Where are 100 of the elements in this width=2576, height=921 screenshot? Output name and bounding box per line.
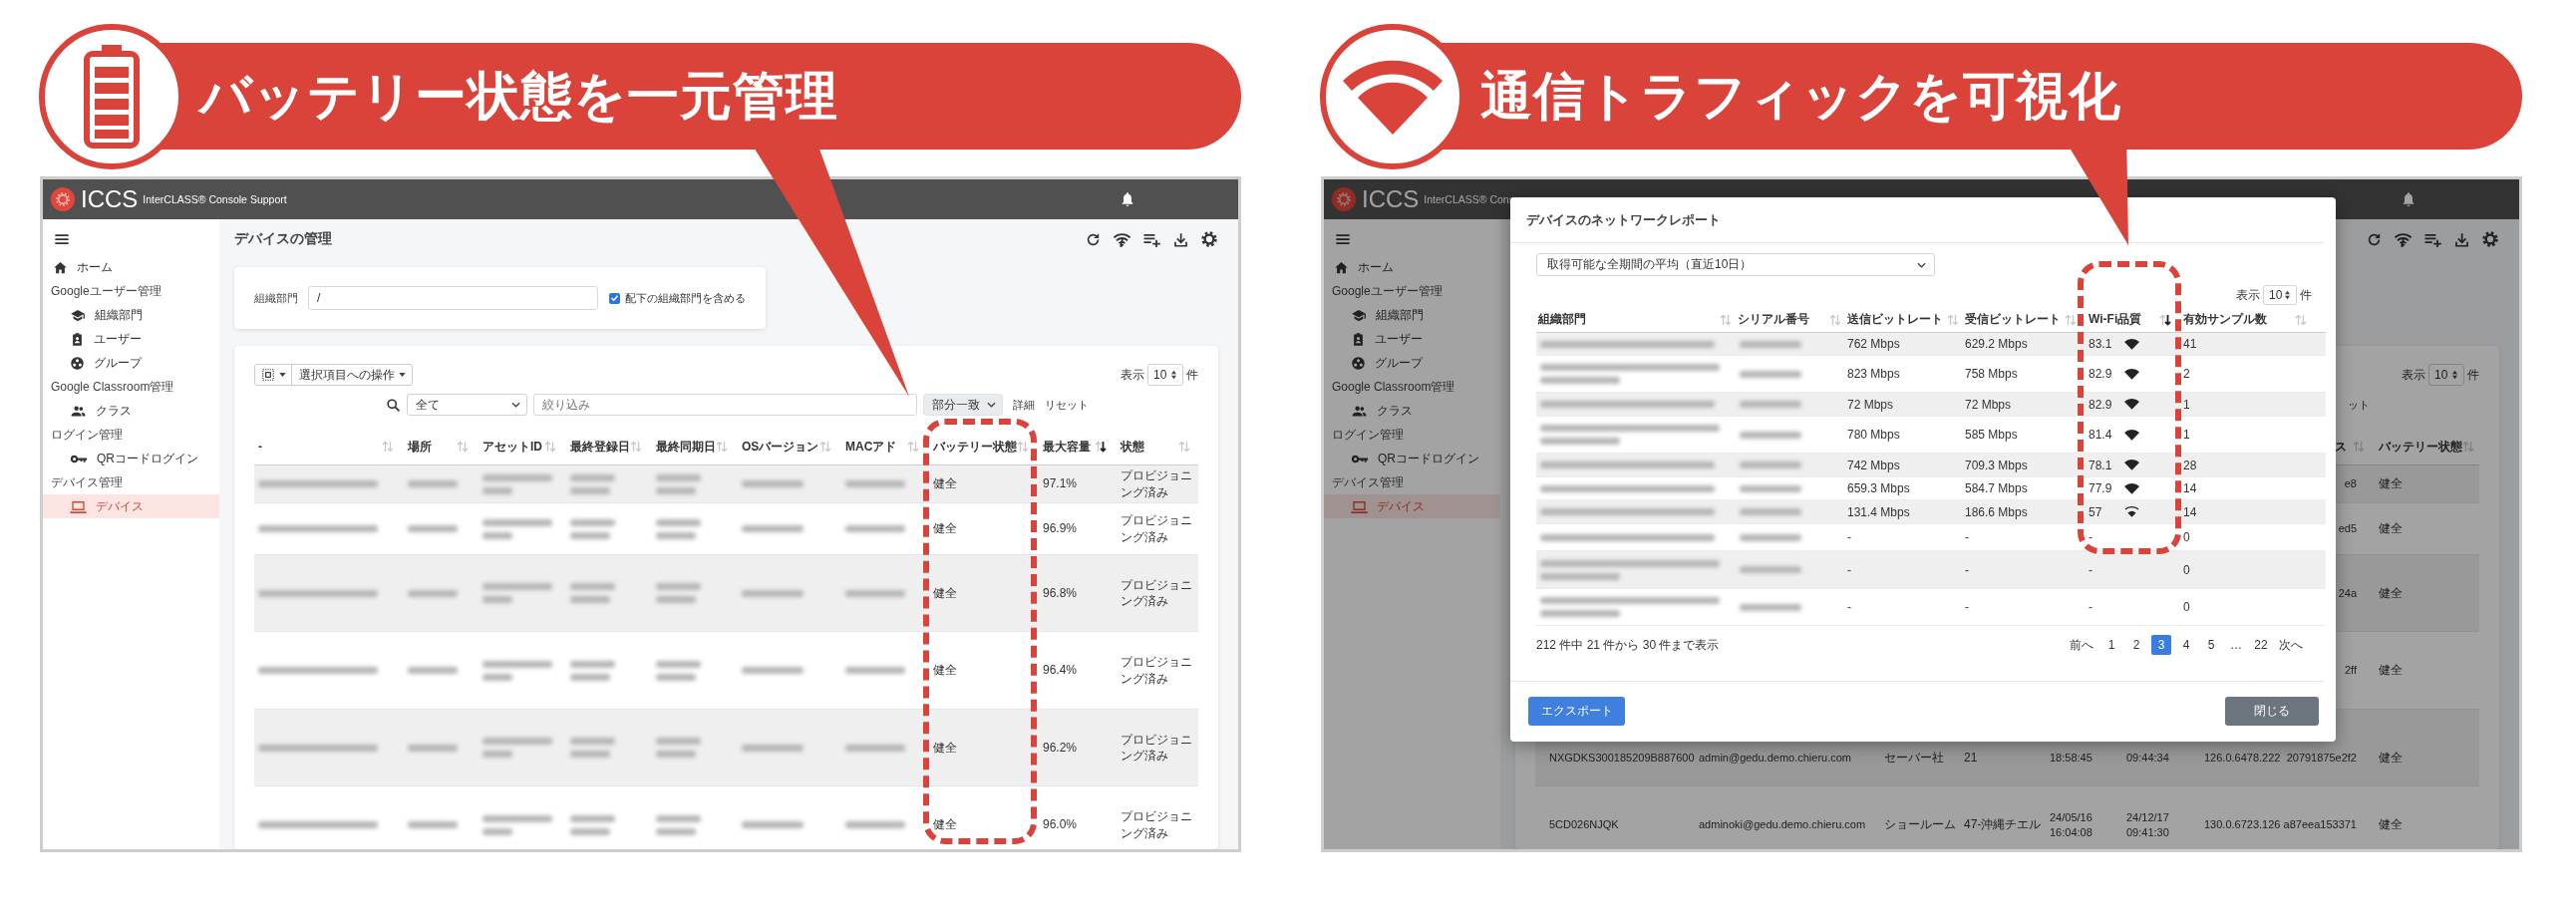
laptop-icon bbox=[70, 498, 87, 514]
column-header: ス bbox=[2335, 438, 2347, 456]
table-cell-text: 41 bbox=[2182, 337, 2197, 351]
page-size-label: 表示 bbox=[1121, 366, 1144, 384]
column-header: - bbox=[258, 440, 262, 454]
blurred-text bbox=[483, 827, 512, 835]
table-cell-text: 780 Mbps bbox=[1846, 428, 1900, 442]
sidebar-item[interactable]: ユーザー bbox=[1324, 327, 1500, 351]
home-icon bbox=[1334, 259, 1349, 275]
table-cell-text: 709.3 Mbps bbox=[1964, 458, 2028, 472]
checkbox[interactable] bbox=[609, 292, 620, 304]
bell-icon[interactable] bbox=[1121, 191, 1134, 207]
page-button[interactable]: 前へ bbox=[2067, 635, 2096, 655]
sort-icon[interactable] bbox=[1095, 441, 1107, 453]
column-header: アセットID bbox=[483, 438, 542, 456]
scope-select[interactable]: 全て bbox=[407, 394, 527, 416]
bell-icon[interactable] bbox=[2402, 191, 2415, 207]
sidebar-item[interactable]: クラス bbox=[1324, 399, 1500, 423]
match-select[interactable]: 部分一致 bbox=[923, 394, 1003, 416]
select-toggle-button[interactable] bbox=[254, 364, 292, 386]
column-header: MACアド bbox=[845, 438, 897, 456]
close-button[interactable]: 閉じる bbox=[2225, 697, 2319, 726]
menu-icon[interactable] bbox=[54, 232, 70, 246]
table-cell-text: 20791875e2f2 bbox=[2285, 751, 2358, 766]
settings-icon[interactable] bbox=[1200, 230, 1218, 248]
filter-field[interactable]: 絞り込み bbox=[533, 394, 917, 416]
blurred-text bbox=[570, 486, 610, 494]
sidebar-item[interactable]: グループ bbox=[1324, 351, 1500, 375]
search-icon[interactable] bbox=[386, 397, 401, 413]
sort-icon[interactable] bbox=[2159, 313, 2171, 326]
reset-link[interactable]: ット bbox=[2348, 397, 2370, 413]
table-cell-text: 131.4 Mbps bbox=[1846, 504, 1910, 519]
blurred-text bbox=[483, 531, 512, 539]
page-size-select[interactable]: 10 bbox=[2263, 285, 2297, 305]
text-field[interactable]: / bbox=[308, 286, 598, 310]
blurred-text bbox=[742, 589, 804, 597]
sidebar-item[interactable]: グループ bbox=[43, 351, 219, 375]
blurred-text bbox=[570, 518, 615, 526]
export-button[interactable]: エクスポート bbox=[1528, 697, 1625, 726]
table-cell-text: - bbox=[2089, 562, 2093, 577]
table-cell-text: 823 Mbps bbox=[1846, 367, 1900, 381]
sidebar-heading: ログイン管理 bbox=[1331, 426, 1405, 444]
table-cell-text: 健全 bbox=[2378, 816, 2403, 833]
table-cell-text: 96.4% bbox=[1042, 662, 1078, 679]
sidebar-item[interactable]: ホーム bbox=[43, 255, 219, 279]
sidebar-item[interactable]: 組織部門 bbox=[43, 303, 219, 327]
callout-title: 通信トラフィックを可視化 bbox=[1480, 65, 2121, 127]
sidebar-item[interactable]: ホーム bbox=[1324, 255, 1500, 279]
table-cell-text: - bbox=[1846, 562, 1851, 577]
wifi-icon[interactable] bbox=[1113, 230, 1131, 248]
settings-icon[interactable] bbox=[2481, 230, 2499, 248]
download-icon[interactable] bbox=[2453, 230, 2470, 248]
detail-link[interactable]: 詳細 bbox=[1013, 397, 1035, 413]
blurred-text bbox=[570, 531, 610, 539]
page-button[interactable]: 2 bbox=[2126, 635, 2146, 655]
sidebar-item[interactable]: ユーザー bbox=[43, 327, 219, 351]
playlist-add-icon[interactable] bbox=[2423, 231, 2442, 247]
table-cell-text: 126.0.6478.222 bbox=[2203, 751, 2281, 766]
reset-link[interactable]: リセット bbox=[1045, 397, 1089, 413]
table-cell: 83.1 bbox=[2089, 337, 2112, 351]
table-cell: 78.1 bbox=[2089, 458, 2112, 472]
sidebar-item[interactable]: デバイス bbox=[43, 494, 219, 518]
page-button[interactable]: 次へ bbox=[2276, 635, 2306, 655]
page-button[interactable]: 5 bbox=[2201, 635, 2221, 655]
stepper-icon bbox=[2451, 370, 2458, 380]
table-cell-text: セーバー社 bbox=[1883, 749, 1944, 766]
menu-icon[interactable] bbox=[1335, 232, 1351, 246]
caret-icon bbox=[278, 373, 286, 377]
blurred-text bbox=[483, 486, 512, 494]
table-cell-text: 健全 bbox=[932, 739, 957, 757]
sidebar-item[interactable]: QRコードログイン bbox=[43, 447, 219, 470]
group-icon bbox=[70, 355, 85, 371]
page-button[interactable]: … bbox=[2226, 635, 2246, 655]
bulk-action-button[interactable]: 選択項目への操作 bbox=[291, 364, 413, 386]
page-button[interactable]: 1 bbox=[2101, 635, 2121, 655]
table-cell-text: 584.7 Mbps bbox=[1964, 481, 2028, 495]
sidebar-heading: Google Classroom管理 bbox=[50, 378, 175, 396]
page-title: デバイスの管理 bbox=[234, 230, 332, 248]
page-size-select[interactable]: 10 bbox=[2428, 364, 2464, 386]
chevron-icon bbox=[511, 402, 520, 408]
wifi-icon[interactable] bbox=[2394, 230, 2413, 248]
page-button[interactable]: 22 bbox=[2251, 635, 2271, 655]
blurred-text bbox=[742, 667, 804, 674]
sidebar-item[interactable]: 組織部門 bbox=[1324, 303, 1500, 327]
page-size-select[interactable]: 10 bbox=[1147, 364, 1183, 386]
playlist-add-icon[interactable] bbox=[1142, 231, 1161, 247]
page-button[interactable]: 4 bbox=[2176, 635, 2196, 655]
blurred-text bbox=[570, 814, 615, 822]
sidebar-item[interactable]: クラス bbox=[43, 399, 219, 423]
period-select[interactable]: 取得可能な全期間の平均（直近10日） bbox=[1536, 253, 1935, 276]
download-icon[interactable] bbox=[1172, 230, 1189, 248]
table-cell-text: 762 Mbps bbox=[1846, 337, 1900, 351]
table-cell-text: 21 bbox=[1963, 749, 1978, 766]
sidebar-item[interactable]: QRコードログイン bbox=[1324, 447, 1500, 470]
blurred-text bbox=[845, 744, 905, 752]
page-button[interactable]: 3 bbox=[2151, 635, 2171, 655]
blurred-text bbox=[742, 744, 804, 752]
table-cell-text: 97.1% bbox=[1042, 475, 1078, 492]
badge-icon bbox=[1351, 331, 1366, 347]
table-cell-text: 5CD026NJQK bbox=[1548, 817, 1619, 832]
